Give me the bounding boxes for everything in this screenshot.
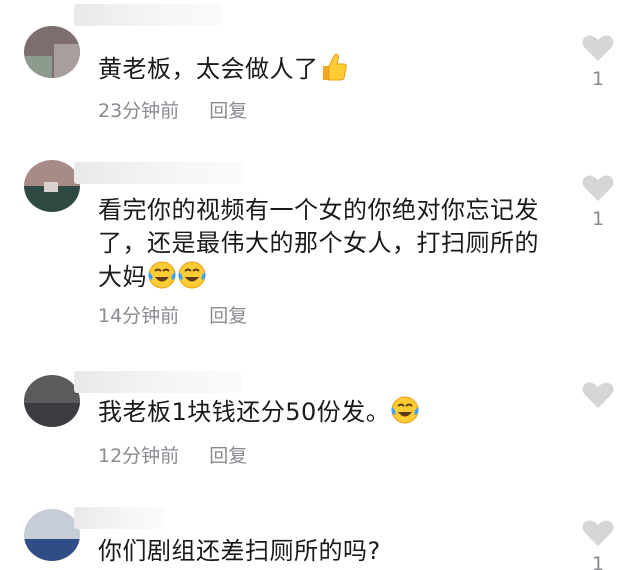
heart-icon: [582, 520, 614, 546]
like-count: 1: [591, 553, 605, 570]
avatar[interactable]: [24, 375, 80, 427]
username-redacted[interactable]: [74, 507, 164, 529]
heart-icon: [582, 175, 614, 201]
comment-time: 14分钟前: [98, 305, 180, 327]
heart-icon: [582, 382, 614, 408]
comment-text-content: 我老板1块钱还分50份发。: [98, 398, 391, 426]
comment-meta: 23分钟前 回复: [98, 96, 247, 123]
reply-button[interactable]: 回复: [209, 301, 247, 328]
comment-item: 你们剧组还差扫厕所的吗? 1: [0, 495, 640, 570]
comment-text: 我老板1块钱还分50份发。: [98, 395, 568, 434]
comment-text-line: 看完你的视频有一个女的你绝对你忘记发: [98, 196, 539, 224]
comment-text-line: 了，还是最伟大的那个女人，打扫厕所的: [98, 229, 539, 257]
like-count: 1: [591, 68, 605, 90]
comment-item: 黄老板，太会做人了 23分钟前 回复 1: [0, 0, 640, 150]
avatar[interactable]: [24, 26, 80, 78]
comment-text-content: 黄老板，太会做人了: [98, 55, 319, 83]
comment-text-content: 你们剧组还差扫厕所的吗?: [98, 537, 381, 565]
like-count: 1: [591, 208, 605, 230]
username-redacted[interactable]: [74, 162, 244, 184]
thumbs-up-icon: [319, 52, 347, 91]
username-redacted[interactable]: [74, 4, 222, 26]
like-button[interactable]: [578, 381, 618, 415]
comment-text: 你们剧组还差扫厕所的吗?: [98, 535, 568, 568]
like-button[interactable]: 1: [578, 174, 618, 230]
like-button[interactable]: 1: [578, 34, 618, 90]
reply-button[interactable]: 回复: [209, 96, 247, 123]
comment-meta: 12分钟前 回复: [98, 441, 247, 468]
tears-of-joy-icon: [177, 260, 207, 299]
comment-text: 看完你的视频有一个女的你绝对你忘记发 了，还是最伟大的那个女人，打扫厕所的 大妈: [98, 194, 568, 299]
username-redacted[interactable]: [74, 371, 242, 393]
tears-of-joy-icon: [390, 395, 420, 434]
heart-icon: [582, 35, 614, 61]
reply-button[interactable]: 回复: [209, 441, 247, 468]
avatar[interactable]: [24, 509, 80, 561]
avatar[interactable]: [24, 160, 80, 212]
comment-time: 23分钟前: [98, 100, 180, 122]
comment-text-line: 大妈: [98, 260, 568, 299]
like-button[interactable]: 1: [578, 519, 618, 570]
comment-item: 我老板1块钱还分50份发。 12分钟前 回复: [0, 355, 640, 495]
comment-time: 12分钟前: [98, 445, 180, 467]
comment-text: 黄老板，太会做人了: [98, 52, 568, 91]
comment-meta: 14分钟前 回复: [98, 301, 247, 328]
tears-of-joy-icon: [147, 260, 177, 299]
comment-text-content: 大妈: [98, 263, 147, 291]
comment-item: 看完你的视频有一个女的你绝对你忘记发 了，还是最伟大的那个女人，打扫厕所的 大妈: [0, 150, 640, 355]
